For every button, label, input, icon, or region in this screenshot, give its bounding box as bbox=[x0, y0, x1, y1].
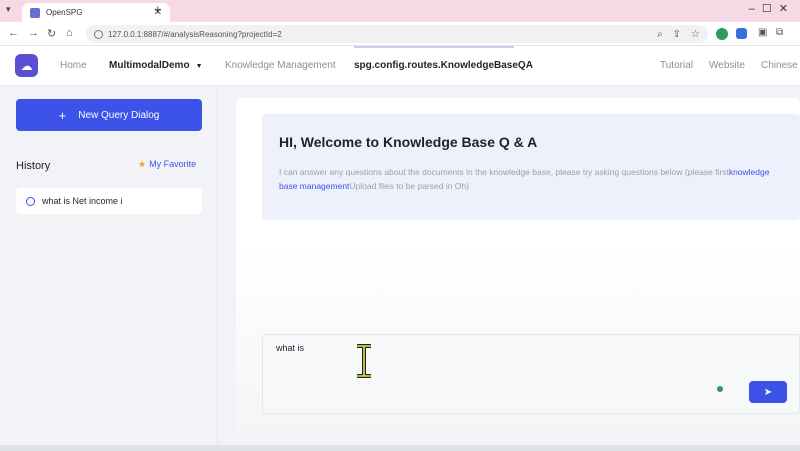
nav-website[interactable]: Website bbox=[709, 60, 745, 71]
home-icon[interactable]: ⌂ bbox=[66, 27, 73, 39]
sidebar: + New Query Dialog History ★ My Favorite … bbox=[0, 86, 218, 451]
plus-icon: + bbox=[58, 107, 67, 123]
status-dot bbox=[717, 386, 723, 392]
caret-down-icon: ▼ bbox=[195, 63, 203, 70]
nav-knowledge-base-qa[interactable]: spg.config.routes.KnowledgeBaseQA bbox=[354, 60, 533, 71]
back-icon[interactable]: ← bbox=[8, 27, 19, 39]
forward-icon[interactable]: → bbox=[28, 27, 39, 39]
translate-extension-icon[interactable] bbox=[736, 28, 747, 39]
new-query-label: New Query Dialog bbox=[78, 109, 160, 121]
site-info-icon[interactable] bbox=[94, 29, 103, 39]
app-logo-icon[interactable]: ☁ bbox=[15, 54, 38, 77]
history-item-label: what is Net income i bbox=[42, 196, 123, 206]
zoom-icon[interactable]: ⌕ bbox=[657, 29, 663, 40]
my-favorite-label: My Favorite bbox=[149, 159, 197, 169]
welcome-description: I can answer any questions about the doc… bbox=[279, 165, 779, 193]
favicon-icon bbox=[30, 7, 40, 18]
browser-tabbar: ▾ OpenSPG ✕ + – ☐ ✕ bbox=[0, 0, 800, 22]
bottom-edge bbox=[0, 445, 800, 451]
project-name: MultimodalDemo bbox=[109, 60, 190, 71]
address-bar: ← → ↻ ⌂ 127.0.0.1:8887/#/analysisReasoni… bbox=[0, 22, 800, 46]
chat-icon bbox=[26, 196, 35, 206]
new-tab-button[interactable]: + bbox=[154, 2, 162, 17]
tab-title: OpenSPG bbox=[46, 8, 83, 17]
send-button[interactable]: ➤ bbox=[749, 381, 787, 403]
tab-list-icon[interactable]: ▾ bbox=[6, 4, 11, 15]
reload-icon[interactable]: ↻ bbox=[47, 27, 56, 40]
new-query-dialog-button[interactable]: + New Query Dialog bbox=[16, 99, 202, 131]
star-icon: ★ bbox=[138, 159, 147, 169]
app-header: ☁ Home MultimodalDemo ▼ Knowledge Managem… bbox=[0, 46, 800, 86]
language-switch[interactable]: Chinese bbox=[761, 60, 798, 71]
question-input-text: what is bbox=[276, 343, 305, 353]
welcome-title: HI, Welcome to Knowledge Base Q & A bbox=[279, 134, 538, 150]
welcome-desc-text: I can answer any questions about the doc… bbox=[279, 167, 729, 177]
history-title: History bbox=[16, 160, 51, 172]
puzzle-icon[interactable]: ⧉ bbox=[776, 27, 783, 38]
browser-tab[interactable]: OpenSPG ✕ bbox=[22, 3, 170, 22]
history-item[interactable]: what is Net income i bbox=[16, 188, 202, 214]
nav-knowledge-management[interactable]: Knowledge Management bbox=[225, 60, 336, 71]
welcome-card: HI, Welcome to Knowledge Base Q & A I ca… bbox=[262, 114, 800, 220]
extension-badge-icon[interactable] bbox=[716, 28, 728, 40]
active-nav-indicator bbox=[354, 46, 514, 48]
window-controls[interactable]: – ☐ ✕ bbox=[749, 2, 790, 15]
share-icon[interactable]: ⇪ bbox=[673, 29, 681, 40]
project-selector[interactable]: MultimodalDemo ▼ bbox=[109, 60, 203, 71]
nav-tutorial[interactable]: Tutorial bbox=[660, 60, 693, 71]
bookmark-star-icon[interactable]: ☆ bbox=[691, 29, 700, 40]
text-cursor-icon bbox=[357, 344, 371, 378]
welcome-desc-tail: Upload files to be parsed in Oh) bbox=[349, 181, 469, 191]
send-icon: ➤ bbox=[763, 386, 773, 398]
nav-home[interactable]: Home bbox=[60, 60, 87, 71]
extension-icon[interactable]: ▣ bbox=[758, 27, 767, 38]
url-field[interactable]: 127.0.0.1:8887/#/analysisReasoning?proje… bbox=[86, 25, 708, 43]
question-input[interactable]: what is ➤ bbox=[262, 334, 800, 414]
my-favorite-link[interactable]: ★ My Favorite bbox=[138, 159, 196, 170]
url-text: 127.0.0.1:8887/#/analysisReasoning?proje… bbox=[108, 29, 282, 39]
